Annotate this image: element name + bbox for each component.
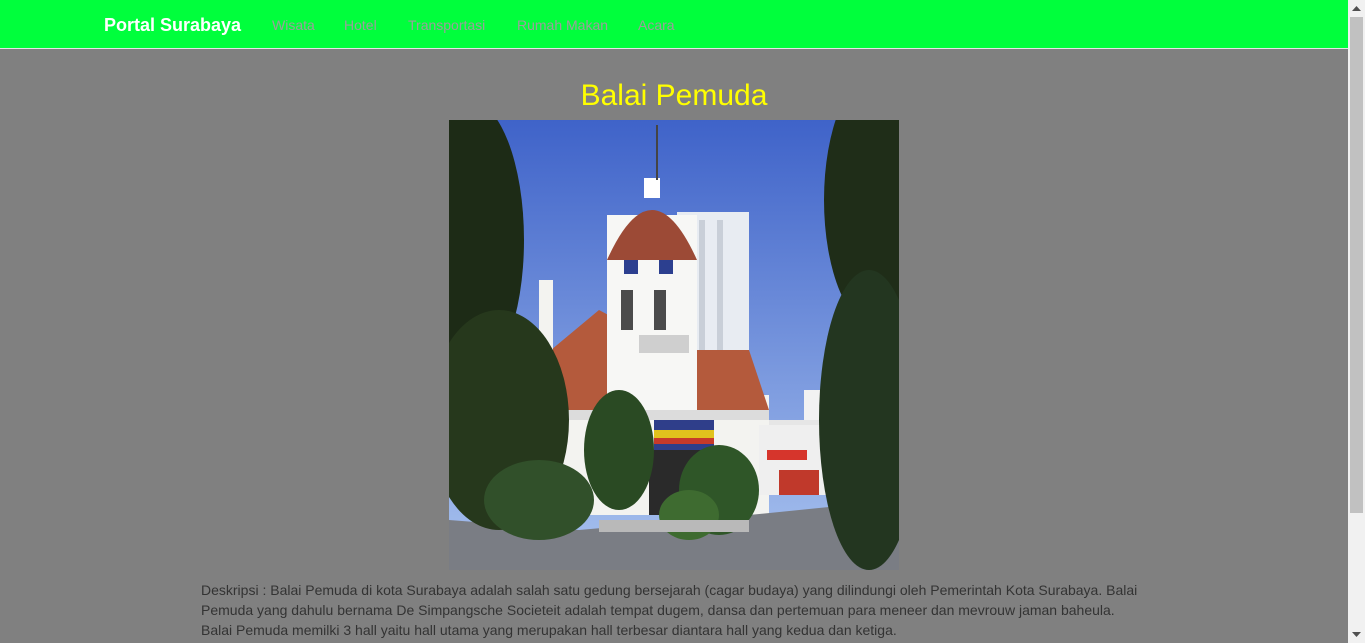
balai-pemuda-photo [449,120,899,570]
chevron-up-icon[interactable] [1348,0,1365,17]
brand-link[interactable]: Portal Surabaya [104,14,241,36]
top-navbar: Portal Surabaya Wisata Hotel Transportas… [0,0,1348,49]
scrollbar-thumb[interactable] [1350,17,1363,513]
nav-link-transportasi[interactable]: Transportasi [408,17,485,33]
page-title: Balai Pemuda [580,79,768,112]
vertical-scrollbar[interactable] [1348,0,1365,643]
place-description: Deskripsi : Balai Pemuda di kota Surabay… [201,582,1138,638]
nav-link-hotel[interactable]: Hotel [344,17,377,33]
nav-link-acara[interactable]: Acara [638,17,675,33]
nav-link-wisata[interactable]: Wisata [272,17,315,33]
nav-link-rumah-makan[interactable]: Rumah Makan [517,17,608,33]
main-content: Balai Pemuda Deskripsi: Balai Pemuda di… [0,50,1348,643]
chevron-down-icon[interactable] [1348,626,1365,643]
